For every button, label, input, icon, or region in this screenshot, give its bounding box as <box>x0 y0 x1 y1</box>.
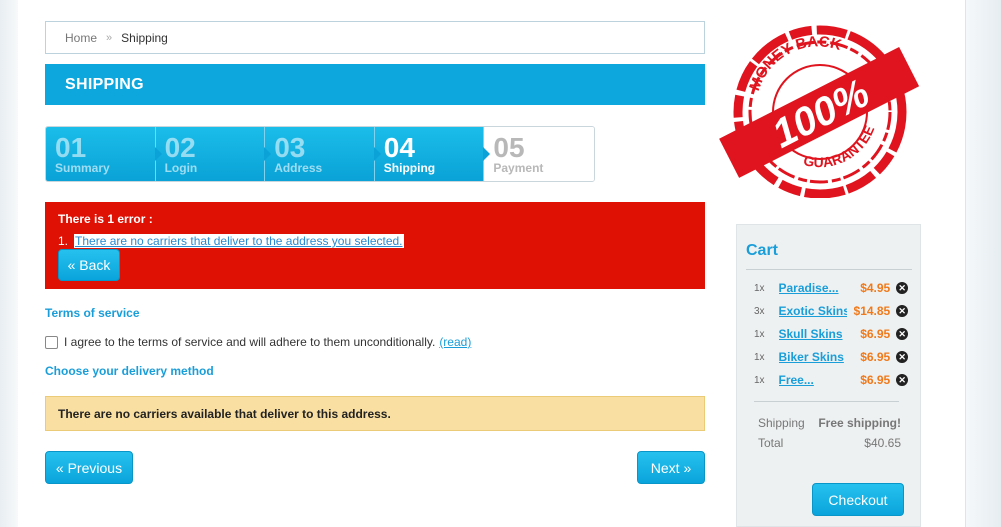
no-carriers-warning: There are no carriers available that del… <box>45 396 705 431</box>
step-number: 02 <box>164 132 196 163</box>
cart-item-price: $6.95 <box>860 327 891 341</box>
cart-divider <box>746 269 912 270</box>
remove-icon[interactable]: ✕ <box>896 328 908 340</box>
cart-block: Cart 1x Paradise... $4.95 ✕ 3x Exotic Sk… <box>736 224 921 527</box>
step-arrow-icon <box>373 147 381 161</box>
terms-agree-label[interactable]: I agree to the terms of service and will… <box>64 335 435 349</box>
cart-item-price: $6.95 <box>860 373 891 387</box>
step-arrow-icon <box>264 147 272 161</box>
page-title: SHIPPING <box>45 64 705 105</box>
step-number: 05 <box>493 132 525 163</box>
cart-shipping-value: Free shipping! <box>818 416 901 430</box>
step-number: 01 <box>55 132 87 163</box>
cart-item-price: $14.85 <box>853 304 891 318</box>
cart-item-qty: 1x <box>754 374 765 386</box>
cart-item-qty: 1x <box>754 351 765 363</box>
cart-item-name[interactable]: Exotic Skins <box>779 304 848 318</box>
cart-item: 1x Free... $6.95 ✕ <box>754 372 908 388</box>
cart-total-label: Total <box>758 436 784 450</box>
step-shipping: 04 Shipping <box>374 127 491 181</box>
terms-heading: Terms of service <box>45 306 140 320</box>
cart-title[interactable]: Cart <box>746 242 778 260</box>
cart-total-row: Total $40.65 <box>758 436 901 450</box>
step-label: Login <box>164 161 198 175</box>
remove-icon[interactable]: ✕ <box>896 282 908 294</box>
cart-item: 1x Skull Skins $6.95 ✕ <box>754 326 908 342</box>
remove-icon[interactable]: ✕ <box>896 305 908 317</box>
breadcrumb: Home » Shipping <box>45 21 705 54</box>
error-item: 1. There are no carriers that deliver to… <box>58 234 692 248</box>
cart-item: 1x Biker Skins $6.95 ✕ <box>754 349 908 365</box>
page-background-right <box>965 0 1001 527</box>
step-summary[interactable]: 01 Summary <box>46 127 162 181</box>
error-title: There is 1 error : <box>58 212 153 226</box>
previous-button[interactable]: « Previous <box>45 451 133 484</box>
cart-item-qty: 1x <box>754 282 765 294</box>
delivery-heading: Choose your delivery method <box>45 364 214 378</box>
breadcrumb-separator: » <box>106 31 113 44</box>
next-button[interactable]: Next » <box>637 451 705 484</box>
cart-item-name[interactable]: Biker Skins <box>779 350 848 364</box>
terms-checkbox[interactable] <box>45 335 58 349</box>
step-label: Address <box>274 161 323 175</box>
step-label: Summary <box>55 161 110 175</box>
back-button[interactable]: « Back <box>58 249 120 281</box>
step-arrow-icon <box>154 147 162 161</box>
breadcrumb-current: Shipping <box>121 30 168 45</box>
cart-total-value: $40.65 <box>864 436 901 450</box>
remove-icon[interactable]: ✕ <box>896 351 908 363</box>
checkout-button[interactable]: Checkout <box>812 483 904 516</box>
step-number: 03 <box>274 132 306 163</box>
cart-item-name[interactable]: Free... <box>779 373 848 387</box>
error-alert: There is 1 error : 1. There are no carri… <box>45 202 705 289</box>
step-label: Shipping <box>383 161 436 175</box>
breadcrumb-home-link[interactable]: Home <box>65 31 97 45</box>
cart-shipping-label: Shipping <box>758 416 805 430</box>
terms-agreement: I agree to the terms of service and will… <box>45 335 471 349</box>
cart-item-name[interactable]: Skull Skins <box>779 327 848 341</box>
step-arrow-icon <box>483 147 491 161</box>
step-label: Payment <box>493 161 544 175</box>
cart-item-qty: 3x <box>754 305 765 317</box>
cart-item: 1x Paradise... $4.95 ✕ <box>754 280 908 296</box>
cart-item-qty: 1x <box>754 328 765 340</box>
error-message: There are no carriers that deliver to th… <box>74 234 404 248</box>
cart-item-price: $4.95 <box>860 281 891 295</box>
error-index: 1. <box>58 234 69 248</box>
cart-item-name[interactable]: Paradise... <box>779 281 848 295</box>
checkout-steps: 01 Summary 02 Login 03 Address 04 Shippi… <box>45 126 595 182</box>
cart-divider <box>754 401 899 402</box>
step-payment: 05 Payment <box>484 127 594 181</box>
step-address[interactable]: 03 Address <box>265 127 381 181</box>
terms-read-link[interactable]: (read) <box>439 335 471 349</box>
page-background-left <box>0 0 18 527</box>
cart-item: 3x Exotic Skins $14.85 ✕ <box>754 303 908 319</box>
step-login[interactable]: 02 Login <box>155 127 272 181</box>
cart-shipping-row: Shipping Free shipping! <box>758 416 901 430</box>
remove-icon[interactable]: ✕ <box>896 374 908 386</box>
money-back-guarantee-stamp: MONEY BACK 100% GUARANTEE <box>719 17 920 198</box>
cart-item-price: $6.95 <box>860 350 891 364</box>
step-number: 04 <box>383 132 415 163</box>
